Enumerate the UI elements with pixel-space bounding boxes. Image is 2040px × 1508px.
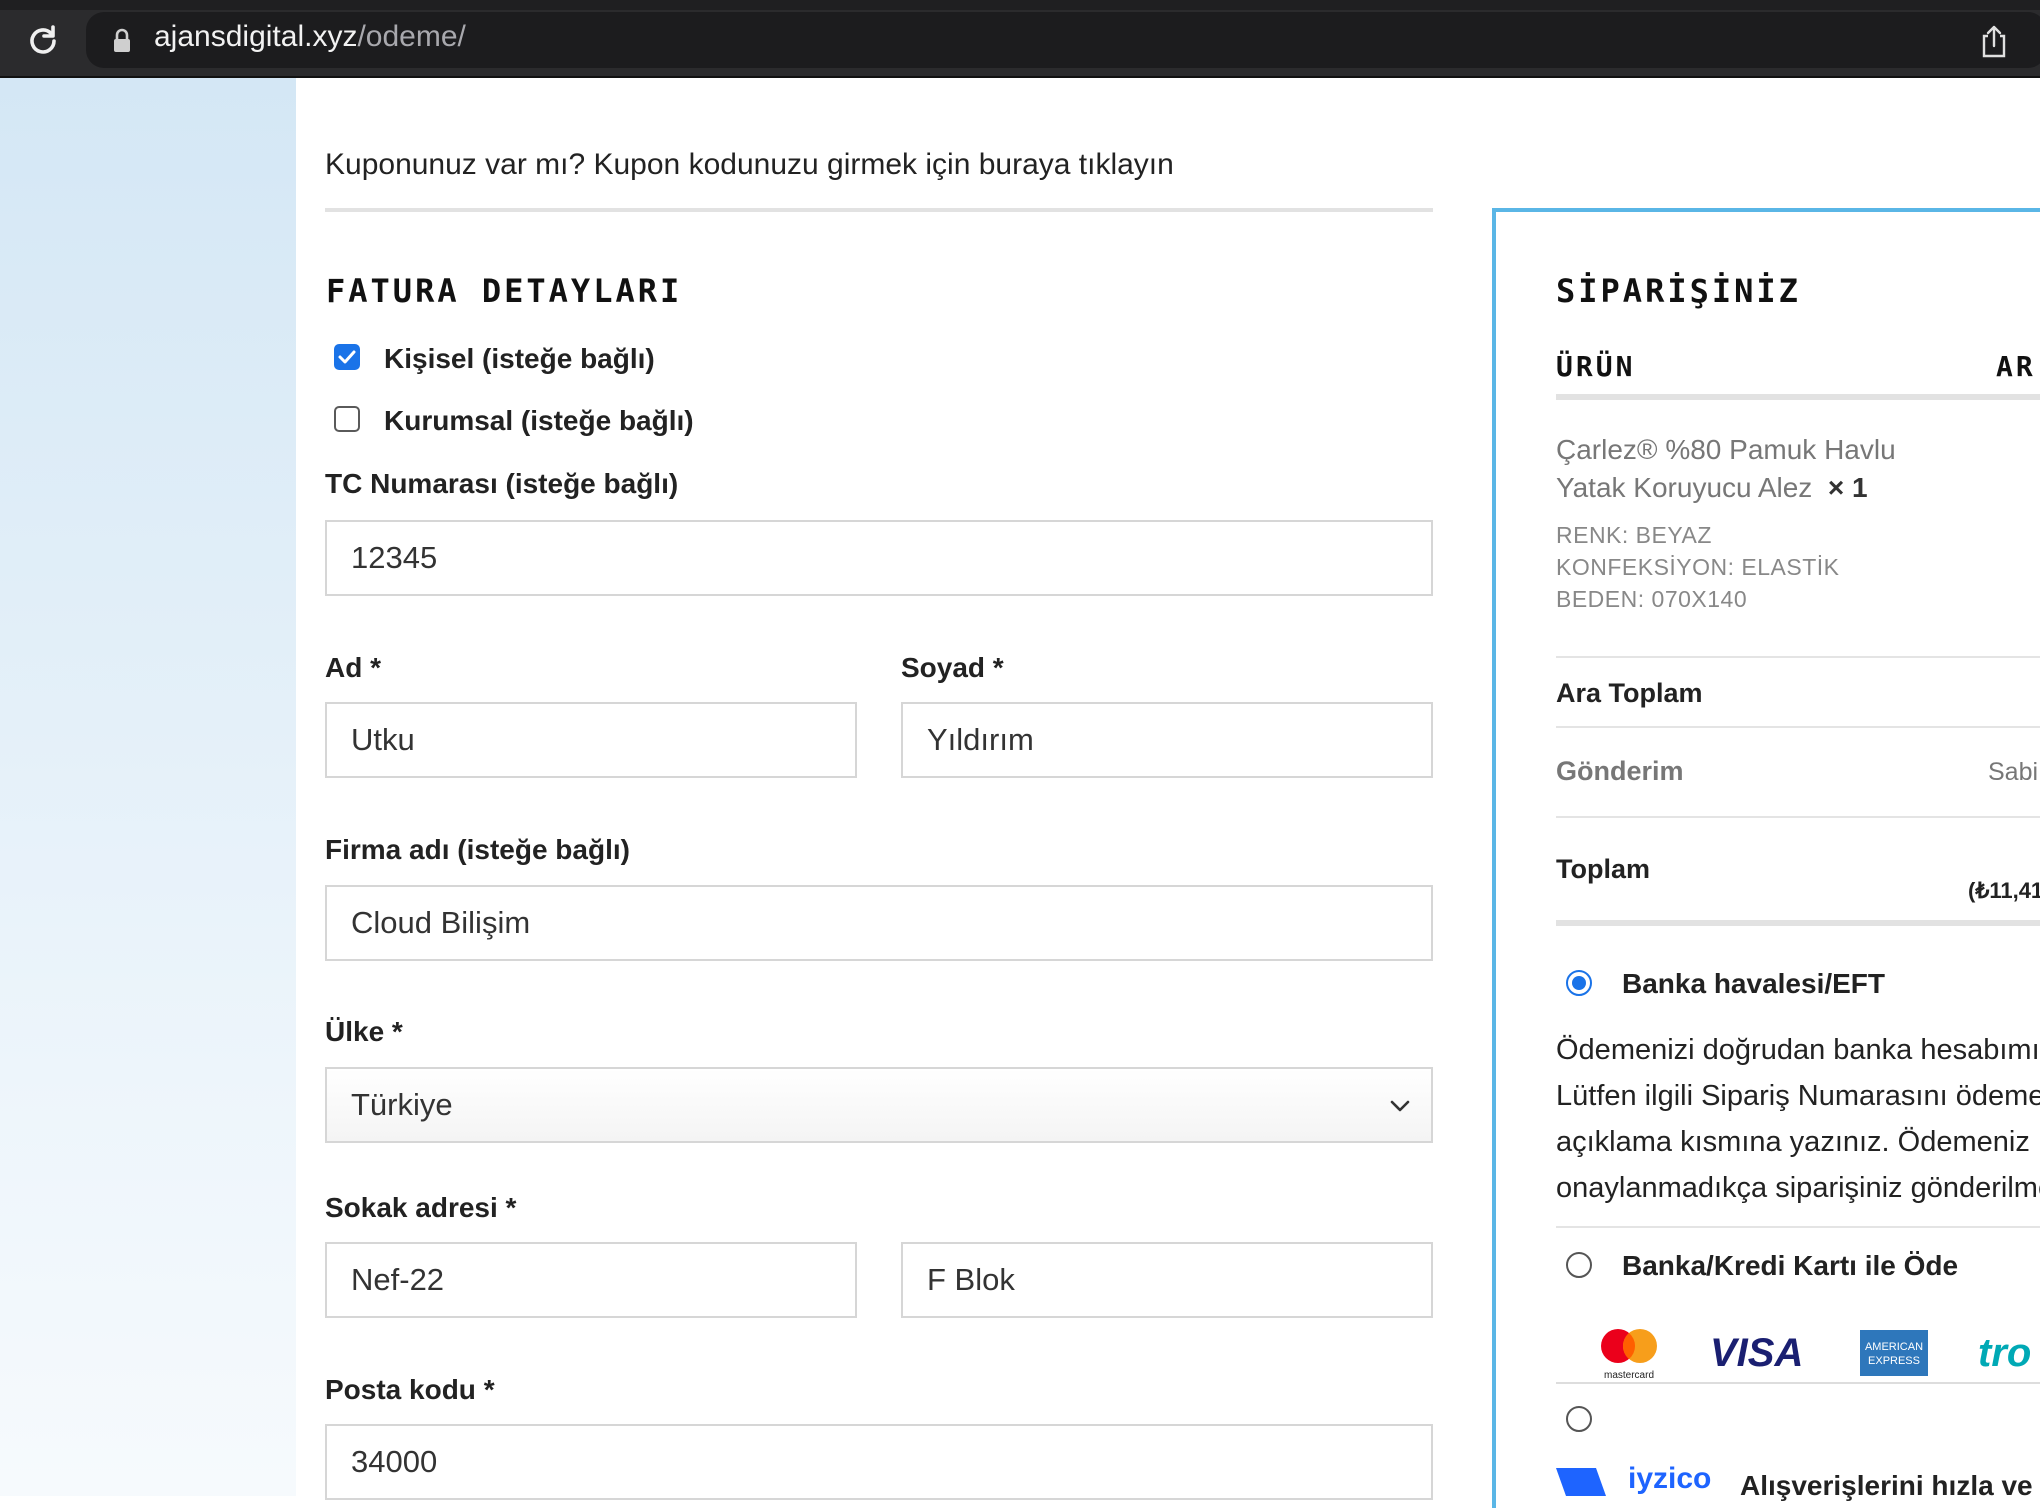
company-label: Firma adı (isteğe bağlı) [325,834,630,865]
total-divider [1556,920,2040,926]
product-attr-size: BEDEN: 070X140 [1556,586,1748,612]
bank-transfer-desc-1: Ödemenizi doğrudan banka hesabımız [1556,1034,2040,1066]
bank-transfer-desc-2: Lütfen ilgili Sipariş Numarasını ödeme [1556,1080,2040,1112]
reload-icon[interactable] [24,22,62,60]
product-name-line-2: Yatak Koruyucu Alez × 1 [1556,472,1868,504]
street-input-2[interactable]: F Blok [901,1242,1433,1318]
postcode-input[interactable]: 34000 [325,1424,1433,1500]
shipping-divider [1556,816,2040,818]
company-value: Cloud Bilişim [351,905,531,940]
street-value-1: Nef-22 [351,1262,445,1297]
subtotal-divider [1556,726,2040,728]
tc-label: TC Numarası (isteğe bağlı) [325,468,679,499]
iyzico-radio[interactable] [1566,1406,1592,1432]
iyzico-description: Alışverişlerini hızla ve [1740,1470,2033,1501]
product-attr-type: KONFEKSİYON: ELASTİK [1556,554,1840,580]
total-label: Toplam [1556,854,1650,884]
card-payment-radio[interactable] [1566,1252,1592,1278]
chevron-down-icon [1390,1100,1410,1112]
url-domain: ajansdigital.xyz [154,20,358,53]
first-name-input[interactable]: Utku [325,702,857,778]
mastercard-text: mastercard [1604,1370,1654,1381]
personal-checkbox[interactable] [334,344,360,370]
corporate-checkbox-label[interactable]: Kurumsal (isteğe bağlı) [384,405,694,437]
url-text[interactable]: ajansdigital.xyz/odeme/ [154,20,466,54]
column-subtotal: AR [1996,350,2036,383]
country-select[interactable]: Türkiye [325,1067,1433,1143]
first-name-label: Ad * [325,652,381,683]
first-name-value: Utku [351,722,415,757]
postcode-value: 34000 [351,1444,438,1479]
company-input[interactable]: Cloud Bilişim [325,885,1433,961]
product-attr-color: RENK: BEYAZ [1556,522,1712,548]
bank-transfer-label[interactable]: Banka havalesi/EFT [1622,968,1885,1000]
url-path: /odeme/ [357,20,466,53]
country-value: Türkiye [351,1087,453,1122]
personal-checkbox-label[interactable]: Kişisel (isteğe bağlı) [384,343,655,375]
tc-value: 12345 [351,540,438,575]
order-title: SİPARİŞİNİZ [1556,272,1801,310]
iyzico-brand-text: iyzico [1628,1462,1711,1495]
column-product: ÜRÜN [1556,350,1636,383]
corporate-checkbox[interactable] [334,406,360,432]
bank-transfer-divider [1556,1226,2040,1228]
last-name-label: Soyad * [901,652,1004,683]
last-name-input[interactable]: Yıldırım [901,702,1433,778]
product-name-line-1: Çarlez® %80 Pamuk Havlu [1556,434,1896,465]
page-side-background [0,78,296,1496]
amex-logo: AMERICAN EXPRESS [1860,1330,1928,1376]
total-value: (₺11,41 [1968,878,2040,903]
browser-tab-strip [0,0,2040,10]
amex-text-2: EXPRESS [1868,1355,1920,1367]
product-quantity: × 1 [1827,472,1868,503]
order-header-divider [1556,394,2040,400]
card-payment-label[interactable]: Banka/Kredi Kartı ile Öde [1622,1250,1958,1282]
card-logos: mastercard VISA AMERICAN EXPRESS tro [1601,1329,2031,1381]
postcode-label: Posta kodu * [325,1374,495,1405]
bank-transfer-radio[interactable] [1566,970,1592,996]
product-name-text: Yatak Koruyucu Alez [1556,472,1813,503]
shipping-label: Gönderim [1556,756,1684,786]
bank-transfer-desc-4: onaylanmadıkça siparişiniz gönderilme [1556,1172,2040,1204]
checkmark-icon [338,350,356,364]
mastercard-logo: mastercard [1601,1329,1657,1381]
street-label: Sokak adresi * [325,1192,517,1223]
street-input-1[interactable]: Nef-22 [325,1242,857,1318]
card-payment-divider [1556,1382,2040,1384]
share-icon[interactable] [1978,24,2010,58]
coupon-divider [325,208,1433,212]
tc-input[interactable]: 12345 [325,520,1433,596]
billing-title: FATURA DETAYLARI [326,272,683,310]
troy-logo: tro [1978,1331,2031,1375]
street-value-2: F Blok [927,1262,1015,1297]
coupon-link[interactable]: Kuponunuz var mı? Kupon kodunuzu girmek … [325,148,1174,182]
visa-logo: VISA [1710,1331,1803,1375]
shipping-value: Sabi [1988,758,2039,786]
amex-text-1: AMERICAN [1865,1341,1923,1353]
iyzico-logo: iyzico [1556,1462,1711,1496]
bank-transfer-desc-3: açıklama kısmına yazınız. Ödemeniz [1556,1126,2030,1158]
country-label: Ülke * [325,1016,403,1047]
product-divider [1556,656,2040,658]
last-name-value: Yıldırım [927,722,1034,757]
subtotal-label: Ara Toplam [1556,678,1703,708]
lock-icon [114,28,130,52]
